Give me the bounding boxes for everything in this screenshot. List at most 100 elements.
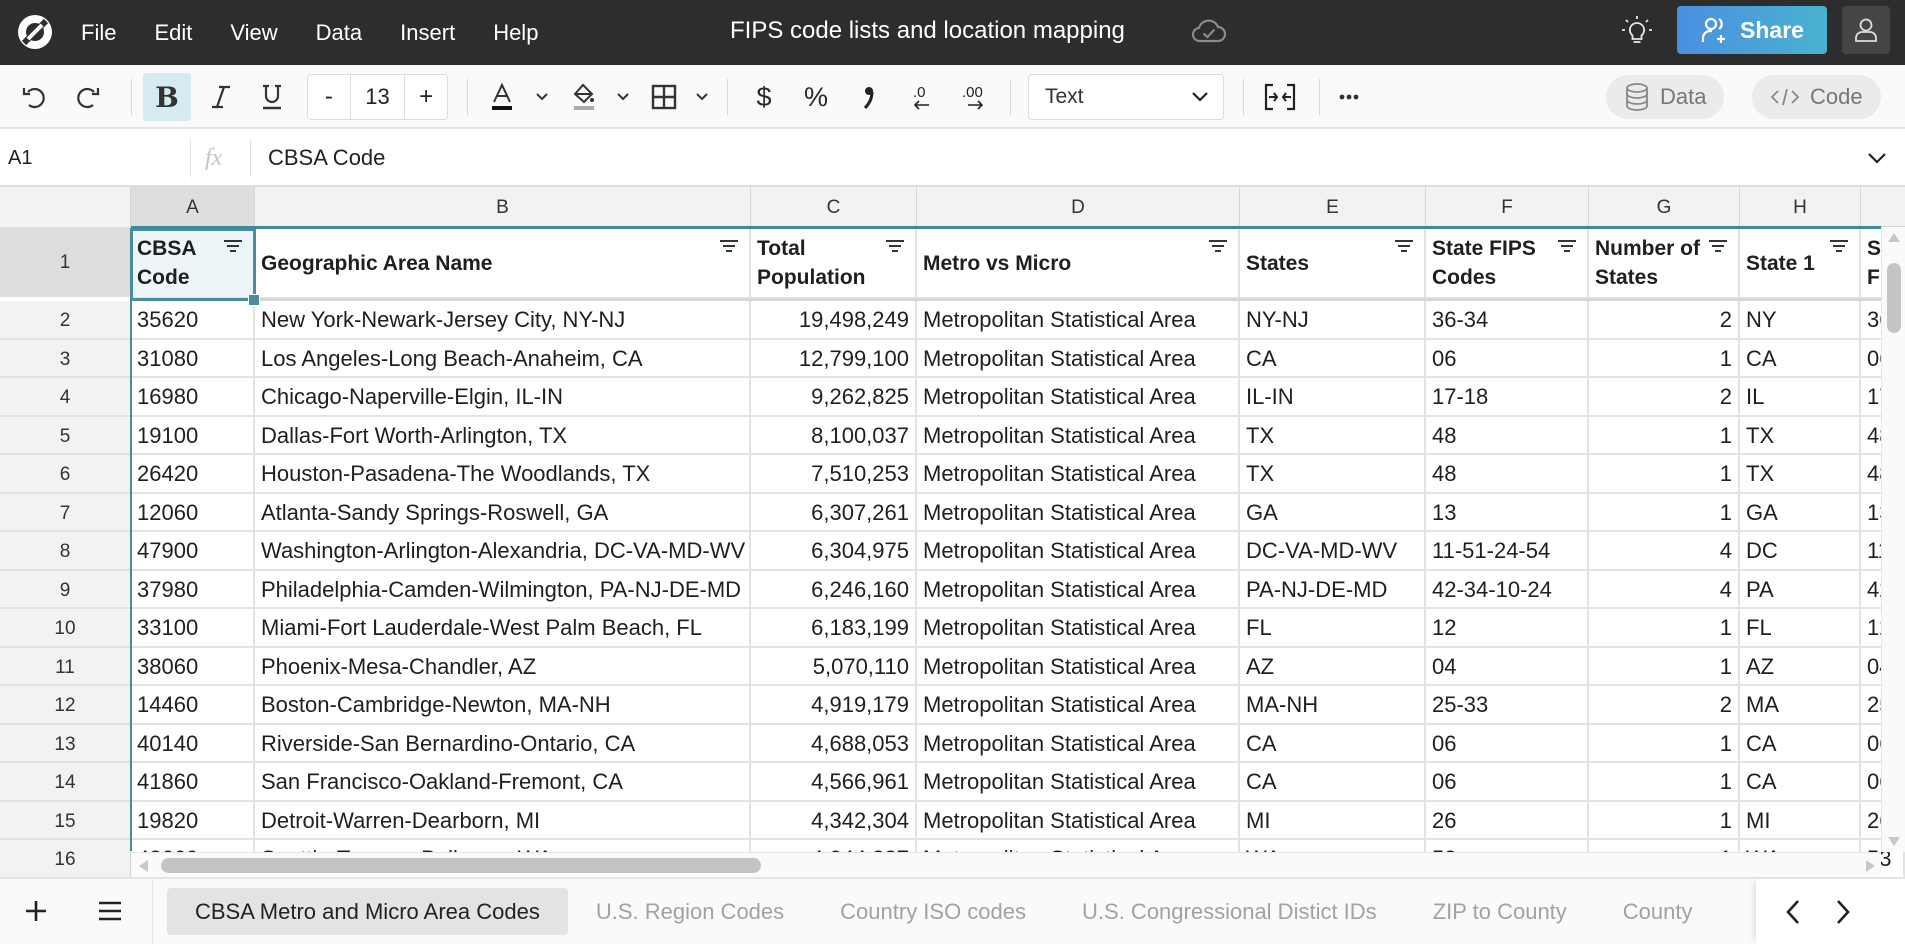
table-cell[interactable]: PA — [1740, 570, 1861, 609]
table-cell[interactable]: 9,262,825 — [751, 378, 917, 417]
table-cell[interactable]: FL — [1740, 609, 1861, 648]
header-cell[interactable]: State FIPS Codes — [1426, 229, 1589, 299]
table-cell[interactable]: 12060 — [131, 493, 255, 532]
table-cell[interactable]: 11-51-24-54 — [1426, 532, 1589, 571]
filter-icon[interactable] — [885, 239, 905, 255]
comma-format-button[interactable] — [852, 77, 884, 117]
table-cell[interactable]: 2 — [1589, 378, 1740, 417]
undo-button[interactable] — [16, 77, 52, 117]
table-cell[interactable]: Riverside-San Bernardino-Ontario, CA — [255, 724, 751, 763]
table-cell[interactable]: Metropolitan Statistical Area — [917, 609, 1240, 648]
row-header-1[interactable]: 1 — [0, 227, 131, 297]
row-header-5[interactable]: 5 — [0, 416, 131, 455]
table-cell[interactable]: 48 — [1426, 416, 1589, 455]
document-title[interactable]: FIPS code lists and location mapping — [730, 0, 1125, 62]
table-cell[interactable]: Metropolitan Statistical Area — [917, 378, 1240, 417]
merge-cells-button[interactable] — [1259, 77, 1301, 117]
table-cell[interactable]: 06 — [1426, 763, 1589, 802]
table-cell[interactable]: 2 — [1589, 301, 1740, 340]
table-cell[interactable]: 4,688,053 — [751, 724, 917, 763]
table-cell[interactable]: 06 — [1426, 339, 1589, 378]
table-cell[interactable]: 04 — [1426, 647, 1589, 686]
table-cell[interactable]: MI — [1240, 801, 1426, 840]
table-cell[interactable]: 35620 — [131, 301, 255, 340]
table-cell[interactable]: 19,498,249 — [751, 301, 917, 340]
header-cell[interactable]: State 1 — [1740, 229, 1861, 299]
table-cell[interactable]: Metropolitan Statistical Area — [917, 416, 1240, 455]
table-cell[interactable]: 17-18 — [1426, 378, 1589, 417]
filter-icon[interactable] — [1208, 239, 1228, 255]
table-cell[interactable]: Metropolitan Statistical Area — [917, 686, 1240, 725]
table-cell[interactable]: 33100 — [131, 609, 255, 648]
table-cell[interactable]: MA — [1740, 686, 1861, 725]
table-cell[interactable]: 4,566,961 — [751, 763, 917, 802]
borders-dropdown[interactable] — [690, 77, 714, 117]
menu-help[interactable]: Help — [474, 0, 557, 65]
table-cell[interactable]: 1 — [1589, 455, 1740, 494]
table-cell[interactable]: CA — [1240, 724, 1426, 763]
table-cell[interactable]: TX — [1740, 416, 1861, 455]
header-cell[interactable]: States — [1240, 229, 1426, 299]
column-header-e[interactable]: E — [1240, 187, 1426, 227]
table-cell[interactable]: 31080 — [131, 339, 255, 378]
table-cell[interactable]: TX — [1240, 416, 1426, 455]
font-size-value[interactable]: 13 — [349, 75, 406, 119]
more-options-button[interactable] — [1333, 77, 1365, 117]
header-cell[interactable]: Total Population — [751, 229, 917, 299]
table-cell[interactable]: 19100 — [131, 416, 255, 455]
table-cell[interactable]: GA — [1740, 493, 1861, 532]
table-cell[interactable]: Metropolitan Statistical Area — [917, 493, 1240, 532]
table-cell[interactable]: Atlanta-Sandy Springs-Roswell, GA — [255, 493, 751, 532]
lightbulb-icon[interactable] — [1620, 14, 1654, 48]
table-cell[interactable]: IL — [1740, 378, 1861, 417]
formula-input[interactable]: CBSA Code — [268, 129, 385, 187]
table-cell[interactable]: Metropolitan Statistical Area — [917, 801, 1240, 840]
table-cell[interactable]: PA-NJ-DE-MD — [1240, 570, 1426, 609]
table-cell[interactable]: Houston-Pasadena-The Woodlands, TX — [255, 455, 751, 494]
row-header-2[interactable]: 2 — [0, 301, 131, 340]
table-cell[interactable]: 4,919,179 — [751, 686, 917, 725]
vertical-scroll-thumb[interactable] — [1887, 263, 1901, 333]
table-cell[interactable]: Metropolitan Statistical Area — [917, 724, 1240, 763]
table-cell[interactable]: 06 — [1426, 724, 1589, 763]
table-cell[interactable]: Metropolitan Statistical Area — [917, 570, 1240, 609]
code-panel-button[interactable]: Code — [1752, 75, 1881, 119]
table-cell[interactable]: FL — [1240, 609, 1426, 648]
table-cell[interactable]: 4,342,304 — [751, 801, 917, 840]
table-cell[interactable]: Boston-Cambridge-Newton, MA-NH — [255, 686, 751, 725]
text-color-dropdown[interactable] — [530, 77, 554, 117]
menu-edit[interactable]: Edit — [135, 0, 211, 65]
table-cell[interactable]: MA-NH — [1240, 686, 1426, 725]
select-all-corner[interactable] — [0, 187, 131, 227]
table-cell[interactable]: AZ — [1240, 647, 1426, 686]
table-cell[interactable]: TX — [1740, 455, 1861, 494]
sheet-tab[interactable]: Country ISO codes — [812, 888, 1054, 935]
italic-button[interactable] — [203, 77, 239, 117]
table-cell[interactable]: Metropolitan Statistical Area — [917, 532, 1240, 571]
expand-formula-button[interactable] — [1866, 147, 1888, 169]
table-cell[interactable]: 1 — [1589, 724, 1740, 763]
table-cell[interactable]: IL-IN — [1240, 378, 1426, 417]
row-header-12[interactable]: 12 — [0, 686, 131, 725]
header-cell[interactable]: Geographic Area Name — [255, 229, 751, 299]
table-cell[interactable]: CA — [1740, 339, 1861, 378]
table-cell[interactable]: Metropolitan Statistical Area — [917, 339, 1240, 378]
menu-file[interactable]: File — [62, 0, 135, 65]
redo-button[interactable] — [70, 77, 106, 117]
filter-icon[interactable] — [223, 239, 243, 255]
table-cell[interactable]: 2 — [1589, 686, 1740, 725]
filter-icon[interactable] — [1708, 239, 1728, 255]
sheet-tab[interactable]: U.S. Region Codes — [568, 888, 812, 935]
table-cell[interactable]: 12,799,100 — [751, 339, 917, 378]
previous-sheet-button[interactable] — [1779, 897, 1809, 927]
horizontal-scrollbar[interactable] — [131, 852, 1881, 877]
header-cell[interactable]: Metro vs Micro — [917, 229, 1240, 299]
table-cell[interactable]: 1 — [1589, 801, 1740, 840]
column-header-a[interactable]: A — [131, 187, 255, 227]
scroll-down-arrow[interactable] — [1888, 837, 1900, 846]
table-cell[interactable]: 5,070,110 — [751, 647, 917, 686]
table-cell[interactable]: 1 — [1589, 416, 1740, 455]
table-cell[interactable]: 36-34 — [1426, 301, 1589, 340]
filter-icon[interactable] — [1829, 239, 1849, 255]
row-header-14[interactable]: 14 — [0, 763, 131, 802]
